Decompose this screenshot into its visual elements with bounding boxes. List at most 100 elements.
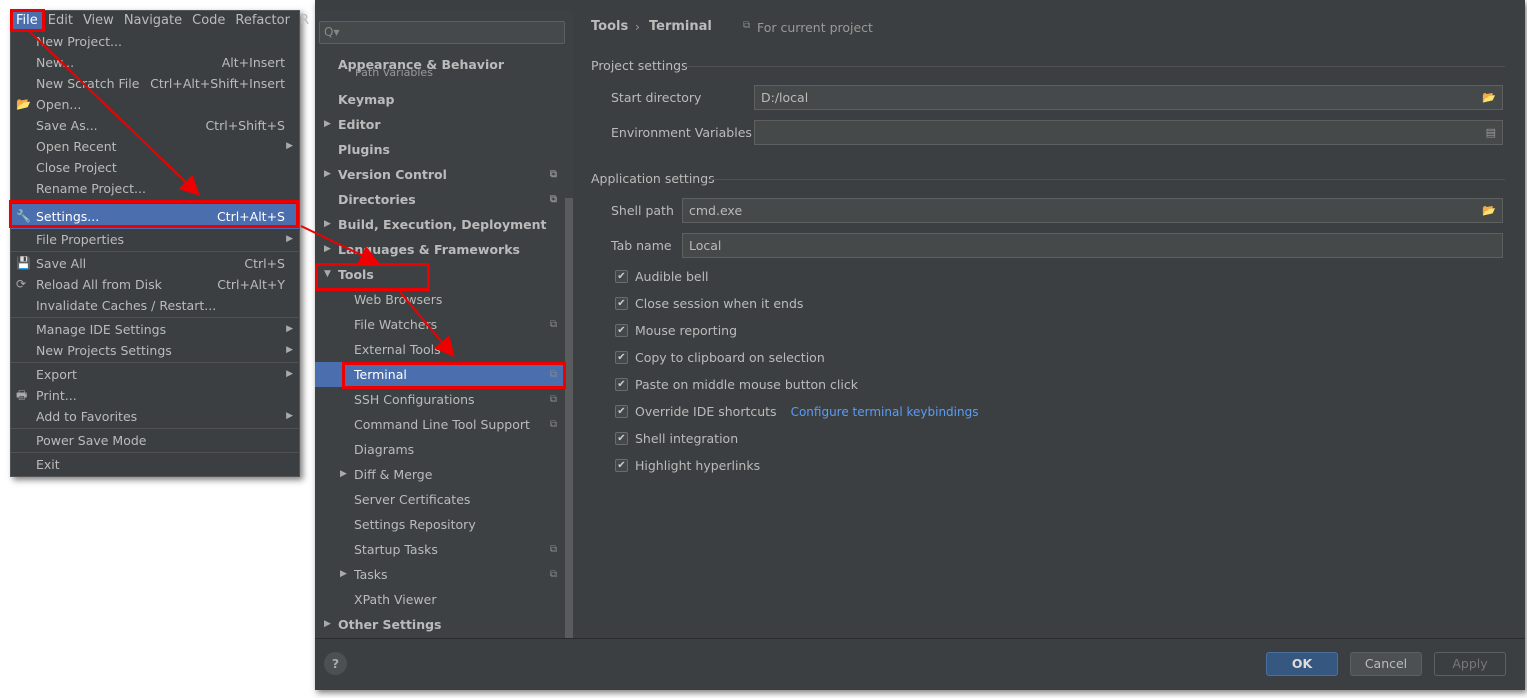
checkbox-check-icon[interactable]: ✔: [615, 405, 628, 418]
menu-item-exit[interactable]: Exit: [11, 454, 299, 475]
start-directory-input[interactable]: D:/local 📂: [754, 85, 1503, 110]
wrench-icon: 🔧: [16, 209, 31, 223]
checkbox-close-session-when-it-ends[interactable]: ✔ Close session when it ends: [615, 296, 803, 311]
tree-item-label: Diagrams: [354, 442, 415, 457]
tree-item-startup-tasks[interactable]: Startup Tasks ⧉: [315, 537, 573, 562]
submenu-arrow-icon: ▶: [286, 345, 293, 355]
tree-item-directories[interactable]: Directories ⧉: [315, 187, 573, 212]
tree-item-appearance-behavior[interactable]: Appearance & Behavior: [315, 52, 573, 77]
menu-item-settings[interactable]: 🔧 Settings... Ctrl+Alt+S: [11, 204, 299, 229]
shell-path-input[interactable]: cmd.exe 📂: [682, 198, 1503, 223]
menu-item-label: Power Save Mode: [36, 433, 147, 448]
tree-item-terminal[interactable]: Terminal ⧉: [315, 362, 573, 387]
menu-item-file-properties[interactable]: File Properties ▶: [11, 229, 299, 250]
menu-item-label: Exit: [36, 457, 60, 472]
cancel-button[interactable]: Cancel: [1350, 652, 1422, 676]
menu-separator: [11, 362, 299, 363]
tree-item-xpath-viewer[interactable]: XPath Viewer: [315, 587, 573, 612]
checkbox-paste-on-middle-mouse-button-click[interactable]: ✔ Paste on middle mouse button click: [615, 377, 858, 392]
collapsed-arrow-icon[interactable]: ▶: [324, 162, 331, 187]
expanded-arrow-icon[interactable]: ▼: [324, 262, 331, 287]
sidebar-scrollbar[interactable]: [565, 198, 573, 638]
collapsed-arrow-icon[interactable]: ▶: [340, 462, 347, 487]
checkbox-check-icon[interactable]: ✔: [615, 459, 628, 472]
menu-item-open[interactable]: 📂 Open...: [11, 94, 299, 115]
tab-name-input[interactable]: Local: [682, 233, 1503, 258]
tree-item-languages-frameworks[interactable]: ▶ Languages & Frameworks: [315, 237, 573, 262]
menu-item-power-save-mode[interactable]: Power Save Mode: [11, 430, 299, 451]
folder-browse-icon[interactable]: 📂: [1482, 86, 1496, 109]
menu-item-manage-ide-settings[interactable]: Manage IDE Settings ▶: [11, 319, 299, 340]
checkbox-copy-to-clipboard-on-selection[interactable]: ✔ Copy to clipboard on selection: [615, 350, 825, 365]
edit-list-icon[interactable]: ▤: [1486, 121, 1496, 144]
menu-item-new-project[interactable]: New Project...: [11, 31, 299, 52]
menu-item-new[interactable]: New... Alt+Insert: [11, 52, 299, 73]
checkbox-mouse-reporting[interactable]: ✔ Mouse reporting: [615, 323, 737, 338]
menu-item-save-as[interactable]: Save As... Ctrl+Shift+S: [11, 115, 299, 136]
checkbox-audible-bell[interactable]: ✔ Audible bell: [615, 269, 709, 284]
menubar-item-refactor[interactable]: Refactor: [230, 11, 295, 31]
menu-item-add-to-favorites[interactable]: Add to Favorites ▶: [11, 406, 299, 427]
collapsed-arrow-icon[interactable]: ▶: [324, 237, 331, 262]
menu-item-open-recent[interactable]: Open Recent ▶: [11, 136, 299, 157]
tree-item-tasks[interactable]: ▶ Tasks ⧉: [315, 562, 573, 587]
tree-item-tools[interactable]: ▼ Tools: [315, 262, 573, 287]
tree-item-plugins[interactable]: Plugins: [315, 137, 573, 162]
menu-item-invalidate-caches-restart[interactable]: Invalidate Caches / Restart...: [11, 295, 299, 316]
menu-item-export[interactable]: Export ▶: [11, 364, 299, 385]
tree-item-build-execution-deployment[interactable]: ▶ Build, Execution, Deployment: [315, 212, 573, 237]
tree-item-server-certificates[interactable]: Server Certificates: [315, 487, 573, 512]
help-button[interactable]: ?: [324, 652, 347, 675]
tree-item-settings-repository[interactable]: Settings Repository: [315, 512, 573, 537]
checkbox-shell-integration[interactable]: ✔ Shell integration: [615, 431, 738, 446]
checkbox-highlight-hyperlinks[interactable]: ✔ Highlight hyperlinks: [615, 458, 760, 473]
tree-item-command-line-tool-support[interactable]: Command Line Tool Support ⧉: [315, 412, 573, 437]
tree-item-file-watchers[interactable]: File Watchers ⧉: [315, 312, 573, 337]
tree-item-external-tools[interactable]: External Tools: [315, 337, 573, 362]
tree-item-version-control[interactable]: ▶ Version Control ⧉: [315, 162, 573, 187]
settings-search-input[interactable]: Q▾: [319, 21, 565, 44]
menu-item-save-all[interactable]: 💾 Save All Ctrl+S: [11, 253, 299, 274]
project-scope-icon: ⧉: [549, 544, 557, 555]
menu-item-new-scratch-file[interactable]: New Scratch File Ctrl+Alt+Shift+Insert: [11, 73, 299, 94]
menu-item-print[interactable]: 🖶 Print...: [11, 385, 299, 406]
checkbox-override-ide-shortcuts[interactable]: ✔ Override IDE shortcuts Configure termina…: [615, 404, 978, 419]
tree-item-diagrams[interactable]: Diagrams: [315, 437, 573, 462]
tree-item-editor[interactable]: ▶ Editor: [315, 112, 573, 137]
env-variables-input[interactable]: ▤: [754, 120, 1503, 145]
menubar-item-code[interactable]: Code: [187, 11, 230, 31]
configure-keybindings-link[interactable]: Configure terminal keybindings: [791, 405, 979, 419]
tree-item-other-settings[interactable]: ▶ Other Settings: [315, 612, 573, 637]
menubar-item-navigate[interactable]: Navigate: [119, 11, 187, 31]
collapsed-arrow-icon[interactable]: ▶: [324, 112, 331, 137]
checkbox-check-icon[interactable]: ✔: [615, 297, 628, 310]
menu-item-close-project[interactable]: Close Project: [11, 157, 299, 178]
folder-browse-icon[interactable]: 📂: [1482, 199, 1496, 222]
checkbox-check-icon[interactable]: ✔: [615, 270, 628, 283]
collapsed-arrow-icon[interactable]: ▶: [324, 212, 331, 237]
tree-item-ssh-configurations[interactable]: SSH Configurations ⧉: [315, 387, 573, 412]
checkbox-check-icon[interactable]: ✔: [615, 351, 628, 364]
menu-item-label: Invalidate Caches / Restart...: [36, 298, 217, 313]
ok-button[interactable]: OK: [1266, 652, 1338, 676]
menubar-item-file[interactable]: File: [11, 11, 43, 31]
menu-item-reload-all-from-disk[interactable]: ⟳ Reload All from Disk Ctrl+Alt+Y: [11, 274, 299, 295]
checkbox-check-icon[interactable]: ✔: [615, 432, 628, 445]
menu-item-new-projects-settings[interactable]: New Projects Settings ▶: [11, 340, 299, 361]
tree-item-web-browsers[interactable]: Web Browsers: [315, 287, 573, 312]
menubar-item-r[interactable]: R: [295, 11, 314, 31]
breadcrumb-parent[interactable]: Tools: [591, 19, 628, 34]
collapsed-arrow-icon[interactable]: ▶: [324, 612, 331, 637]
menubar-item-edit[interactable]: Edit: [43, 11, 78, 31]
breadcrumb-separator: ›: [635, 19, 640, 34]
tree-item-diff-merge[interactable]: ▶ Diff & Merge: [315, 462, 573, 487]
checkbox-check-icon[interactable]: ✔: [615, 324, 628, 337]
menu-item-label: Save All: [36, 256, 87, 271]
checkbox-check-icon[interactable]: ✔: [615, 378, 628, 391]
apply-button[interactable]: Apply: [1434, 652, 1506, 676]
menubar-item-view[interactable]: View: [78, 11, 119, 31]
tree-item-label: Startup Tasks: [354, 542, 438, 557]
collapsed-arrow-icon[interactable]: ▶: [340, 562, 347, 587]
menu-item-rename-project[interactable]: Rename Project...: [11, 178, 299, 199]
tree-item-keymap[interactable]: Keymap: [315, 87, 573, 112]
